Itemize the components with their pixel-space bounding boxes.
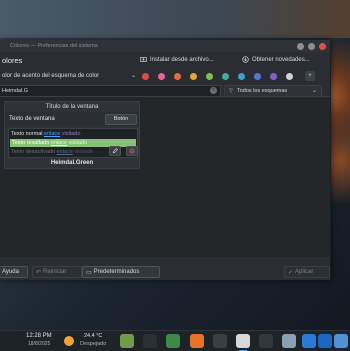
install-icon (140, 56, 147, 65)
accent-swatch[interactable] (222, 73, 229, 80)
accent-swatch[interactable] (238, 73, 245, 80)
reset-button[interactable]: ↶ Reiniciar (32, 266, 82, 278)
minimize-button[interactable] (297, 43, 304, 50)
visited-text: visitado (61, 131, 81, 137)
weather-temperature: 24.4 °C (84, 333, 103, 339)
close-button[interactable] (319, 43, 326, 50)
outlook-app-icon[interactable] (318, 334, 332, 348)
accent-swatch[interactable] (206, 73, 213, 80)
preview-window-text: Texto de ventana (9, 116, 55, 122)
help-label: Ayuda (2, 269, 19, 275)
custom-color-button[interactable]: + (305, 71, 315, 81)
files-app-icon[interactable] (166, 334, 180, 348)
delete-icon[interactable] (126, 146, 138, 156)
plasma-app-icon[interactable] (120, 334, 134, 348)
console-app-icon[interactable] (259, 334, 273, 348)
defaults-button[interactable]: ▭ Predeterminados (82, 266, 160, 278)
preview-disabled-row: Texto desactivado enlace visitado (11, 148, 93, 156)
chevron-down-icon[interactable]: ⌄ (131, 72, 136, 79)
accent-color-label: olor de acento del esquema de color (2, 73, 100, 79)
taskbar: 12:28 PM 18/8/2025 24.4 °C Despejado (0, 330, 350, 351)
scheme-name: Heimdal.Green (50, 160, 94, 166)
clock-date[interactable]: 18/8/2025 (28, 341, 50, 347)
scheme-grid: Título de la ventana Texto de ventana Bo… (0, 96, 330, 257)
preview-window-area: Texto de ventana Botón (5, 112, 139, 126)
weather-condition: Despejado (80, 341, 107, 347)
help-button[interactable]: Ayuda (0, 266, 28, 278)
link-text: enlace (44, 131, 61, 137)
chrome-app-icon[interactable] (236, 334, 250, 351)
undo-icon: ↶ (36, 269, 42, 276)
link-text: enlace (50, 140, 68, 146)
accent-swatch[interactable] (254, 73, 261, 80)
accent-swatch[interactable] (190, 73, 197, 80)
accent-swatch[interactable] (270, 73, 277, 80)
titlebar: Colores — Preferencias del sistema (0, 40, 330, 52)
mail-app-icon[interactable] (302, 334, 316, 348)
clear-icon[interactable]: × (210, 87, 217, 94)
scheme-card[interactable]: Título de la ventana Texto de ventana Bo… (4, 101, 140, 169)
link-text: enlace (56, 149, 73, 155)
preview-button: Botón (105, 114, 137, 125)
window-title: Colores — Preferencias del sistema (10, 43, 98, 49)
weather-sun-icon[interactable] (64, 336, 74, 346)
terminal-app-icon[interactable] (143, 334, 157, 348)
wallpaper-top (0, 0, 350, 38)
download-icon (242, 55, 249, 65)
accent-swatch[interactable] (142, 73, 149, 80)
accent-swatch[interactable] (286, 73, 293, 80)
accent-color-row: olor de acento del esquema de color ⌄ + (0, 70, 330, 82)
preview-window-title: Título de la ventana (45, 104, 99, 110)
page-title: olores (2, 56, 23, 65)
system-settings-app-icon[interactable] (334, 334, 348, 348)
edit-icon[interactable] (109, 146, 121, 156)
install-from-file-button[interactable]: Instalar desde archivo... (140, 55, 214, 65)
defaults-label: Predeterminados (93, 269, 140, 275)
filter-icon: ▽ (229, 88, 233, 94)
preview-normal-row: Texto normal enlace visitado (11, 130, 80, 138)
dark-app-icon[interactable] (213, 334, 227, 348)
system-settings-window: Colores — Preferencias del sistema olore… (0, 40, 331, 280)
normal-text: Texto normal (11, 131, 43, 137)
filter-label: Todos los esquemas (237, 88, 288, 94)
clock-time[interactable]: 12:28 PM (26, 333, 52, 339)
maximize-button[interactable] (308, 43, 315, 50)
defaults-icon: ▭ (86, 269, 92, 276)
apply-label: Aplicar (295, 269, 314, 275)
accent-swatch[interactable] (174, 73, 181, 80)
settings-app-icon[interactable] (282, 334, 296, 348)
bottom-toolbar: Ayuda ↶ Reiniciar ▭ Predeterminados ✓ Ap… (0, 264, 330, 280)
selected-text: Texto resaltado (12, 140, 50, 146)
reset-label: Reiniciar (43, 269, 67, 275)
search-value: Heimdal.G (2, 88, 28, 94)
visited-text: visitado (74, 149, 93, 155)
chevron-down-icon: ⌄ (311, 88, 317, 94)
visited-text: visitado (68, 140, 88, 146)
install-label: Instalar desde archivo... (150, 57, 214, 63)
accent-swatch[interactable] (158, 73, 165, 80)
page-header: olores Instalar desde archivo... Obtener… (0, 52, 330, 68)
firefox-app-icon[interactable] (190, 334, 204, 348)
get-new-label: Obtener novedades... (252, 57, 310, 63)
get-new-button[interactable]: Obtener novedades... (242, 55, 310, 65)
search-row: Heimdal.G × ▽ Todos los esquemas ⌄ (0, 84, 330, 97)
disabled-text: Texto desactivado (11, 149, 56, 155)
checkmark-icon: ✓ (288, 269, 294, 276)
apply-button[interactable]: ✓ Aplicar (284, 266, 330, 278)
